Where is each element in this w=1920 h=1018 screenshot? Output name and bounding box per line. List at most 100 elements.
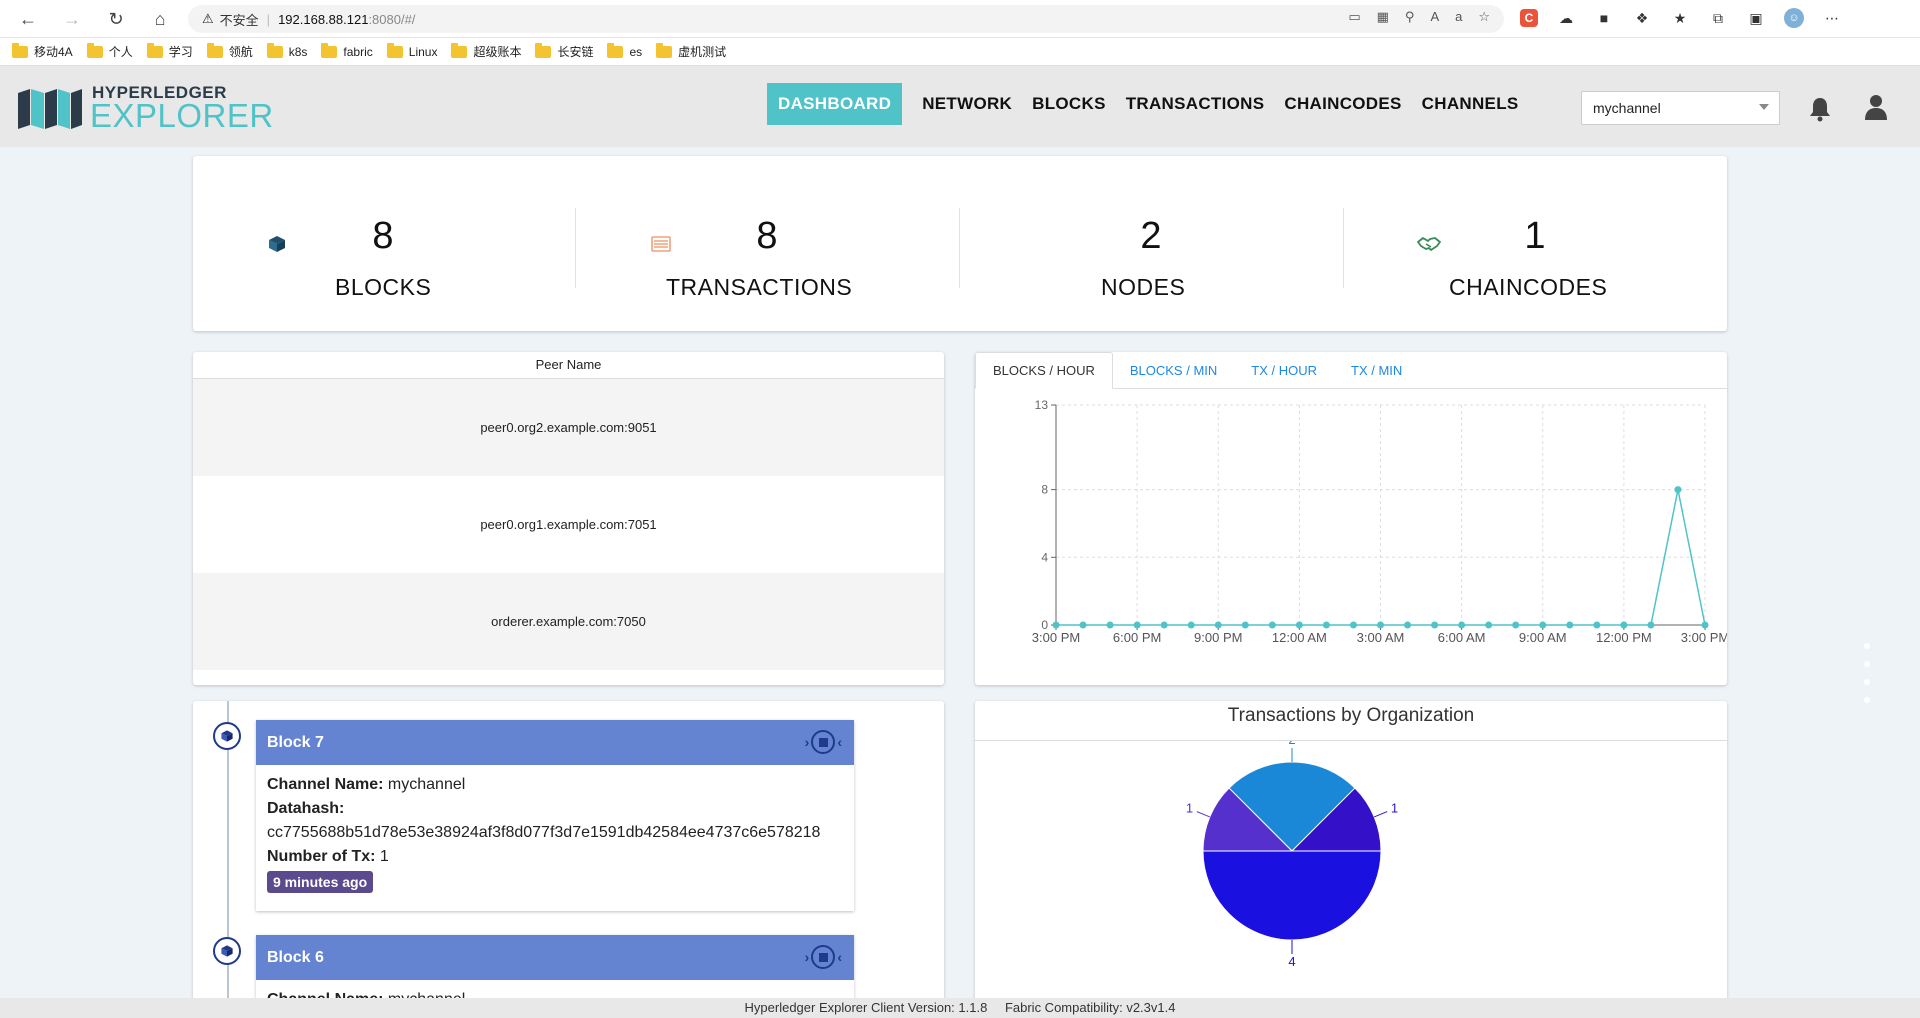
data-point [1593, 621, 1601, 629]
block-view-icon[interactable]: › ‹ [805, 945, 842, 969]
bookmark-folder[interactable]: es [607, 42, 642, 59]
block-header: Block 7 › ‹ [256, 720, 854, 765]
bookmark-folder[interactable]: Linux [386, 42, 437, 59]
nav-channels[interactable]: CHANNELS [1412, 83, 1529, 125]
url-host: 192.168.88.121 [278, 11, 369, 27]
list-icon [641, 224, 681, 264]
data-point [1295, 621, 1303, 629]
logo-mark-icon [18, 89, 82, 129]
key-icon[interactable]: ⚲ [1405, 9, 1415, 25]
channel-select[interactable]: mychannel [1581, 91, 1780, 125]
bell-icon[interactable] [1808, 96, 1832, 122]
data-point [1349, 621, 1357, 629]
x-tick-label: 9:00 PM [1194, 630, 1242, 645]
data-point [1322, 621, 1330, 629]
stat-blocks: 8 BLOCKS [193, 156, 577, 331]
bookmark-folder[interactable]: 学习 [146, 42, 193, 60]
screen-cast-icon[interactable]: ▭ [1348, 9, 1360, 25]
block-view-icon[interactable]: › ‹ [805, 730, 842, 754]
peer-name-header[interactable]: Peer Name [193, 352, 944, 379]
data-point [1647, 621, 1655, 629]
screenshot-icon[interactable]: ▣ [1746, 8, 1766, 28]
home-icon[interactable]: ⌂ [142, 1, 178, 37]
stat-label: BLOCKS [335, 274, 432, 300]
folder-icon [12, 42, 28, 58]
apps-icon[interactable]: ▦ [1377, 9, 1389, 25]
extension-board-icon[interactable]: ■ [1594, 8, 1614, 28]
footer: Hyperledger Explorer Client Version: 1.1… [0, 998, 1920, 1018]
nav-transactions[interactable]: TRANSACTIONS [1116, 83, 1275, 125]
stat-value: 8 [372, 215, 394, 257]
address-bar[interactable]: ⚠ 不安全 | 192.168.88.121:8080/#/ ▭ ▦ ⚲ A a… [188, 5, 1504, 33]
bookmark-folder[interactable]: k8s [266, 42, 307, 59]
data-point [1458, 621, 1466, 629]
nav-chaincodes[interactable]: CHAINCODES [1274, 83, 1411, 125]
stat-label: CHAINCODES [1449, 274, 1608, 300]
bookmark-folder[interactable]: 个人 [86, 42, 133, 60]
x-tick-label: 12:00 AM [1272, 630, 1327, 645]
read-aloud-icon[interactable]: A [1430, 9, 1439, 25]
data-point [1187, 621, 1195, 629]
extension-c-icon[interactable]: C [1520, 9, 1538, 27]
data-point [1620, 621, 1628, 629]
pie-slice-label: 1 [1186, 801, 1193, 816]
block-card[interactable]: Block 7 › ‹ Channel Name: mychannel Datah… [256, 720, 854, 911]
peers-table: Peer Name peer0.org2.example.com:9051 pe… [193, 352, 944, 685]
datahash-value: cc7755688b51d78e53e38924af3f8d077f3d7e15… [267, 824, 821, 841]
tab-blocks-hour[interactable]: BLOCKS / HOUR [975, 352, 1113, 389]
data-point [1431, 621, 1439, 629]
bookmark-folder[interactable]: 虚机测试 [656, 42, 726, 60]
bookmark-folder[interactable]: 超级账本 [451, 42, 521, 60]
bookmark-folder[interactable]: fabric [321, 42, 373, 59]
data-point [1106, 621, 1114, 629]
data-point [1133, 621, 1141, 629]
data-point [1404, 621, 1412, 629]
extension-cloud-icon[interactable]: ☁ [1556, 8, 1576, 28]
reload-icon[interactable]: ↻ [98, 1, 134, 37]
data-point [1160, 621, 1168, 629]
folder-icon [86, 42, 103, 58]
stat-value: 2 [1140, 215, 1162, 257]
tab-tx-min[interactable]: TX / MIN [1334, 352, 1419, 389]
channel-select-value: mychannel [1593, 100, 1661, 116]
profile-avatar[interactable]: ☺ [1784, 8, 1804, 28]
main-nav: DASHBOARD NETWORK BLOCKS TRANSACTIONS CH… [767, 83, 1529, 125]
forward-icon[interactable]: → [54, 1, 90, 37]
favorites-icon[interactable]: ★ [1670, 8, 1690, 28]
favorite-icon[interactable]: ☆ [1478, 9, 1490, 25]
folder-icon [656, 42, 673, 58]
bookmark-folder[interactable]: 移动4A [12, 42, 73, 60]
warning-icon: ⚠ [202, 11, 214, 26]
tab-tx-hour[interactable]: TX / HOUR [1234, 352, 1334, 389]
divider [959, 208, 960, 288]
cube-icon [213, 937, 241, 965]
bookmark-folder[interactable]: 领航 [206, 42, 253, 60]
more-icon[interactable]: ⋯ [1822, 8, 1842, 28]
data-point [1268, 621, 1276, 629]
nav-dashboard[interactable]: DASHBOARD [767, 83, 903, 125]
nav-blocks[interactable]: BLOCKS [1022, 83, 1116, 125]
x-tick-label: 9:00 AM [1519, 630, 1567, 645]
user-icon[interactable] [1865, 94, 1887, 120]
extensions-icon[interactable]: ❖ [1632, 8, 1652, 28]
translate-icon[interactable]: a [1455, 9, 1462, 25]
tab-blocks-min[interactable]: BLOCKS / MIN [1113, 352, 1234, 389]
footer-compat: Fabric Compatibility: v2.3v1.4 [1004, 1000, 1176, 1015]
x-tick-label: 6:00 AM [1438, 630, 1486, 645]
hyperledger-logo[interactable]: HYPERLEDGER EXPLORER [18, 83, 278, 134]
nav-network[interactable]: NETWORK [912, 83, 1022, 125]
logo-text-bottom: EXPLORER [90, 97, 274, 134]
stat-label: TRANSACTIONS [666, 274, 853, 300]
divider [1343, 208, 1344, 288]
stats-card: 8 BLOCKS 8 TRANSACTIONS 2 NODES 1 CHAINC… [193, 156, 1727, 331]
table-row: orderer.example.com:7050 [193, 573, 944, 670]
pie-slice-label: 1 [1391, 801, 1398, 816]
bookmark-folder[interactable]: 长安链 [535, 42, 593, 60]
collections-icon[interactable]: ⧉ [1708, 8, 1728, 28]
x-tick-label: 3:00 AM [1357, 630, 1405, 645]
stat-transactions: 8 TRANSACTIONS [577, 156, 961, 331]
handshake-icon [1409, 224, 1449, 264]
back-icon[interactable]: ← [10, 1, 46, 37]
stat-nodes: 2 NODES [961, 156, 1345, 331]
data-point [1214, 621, 1222, 629]
